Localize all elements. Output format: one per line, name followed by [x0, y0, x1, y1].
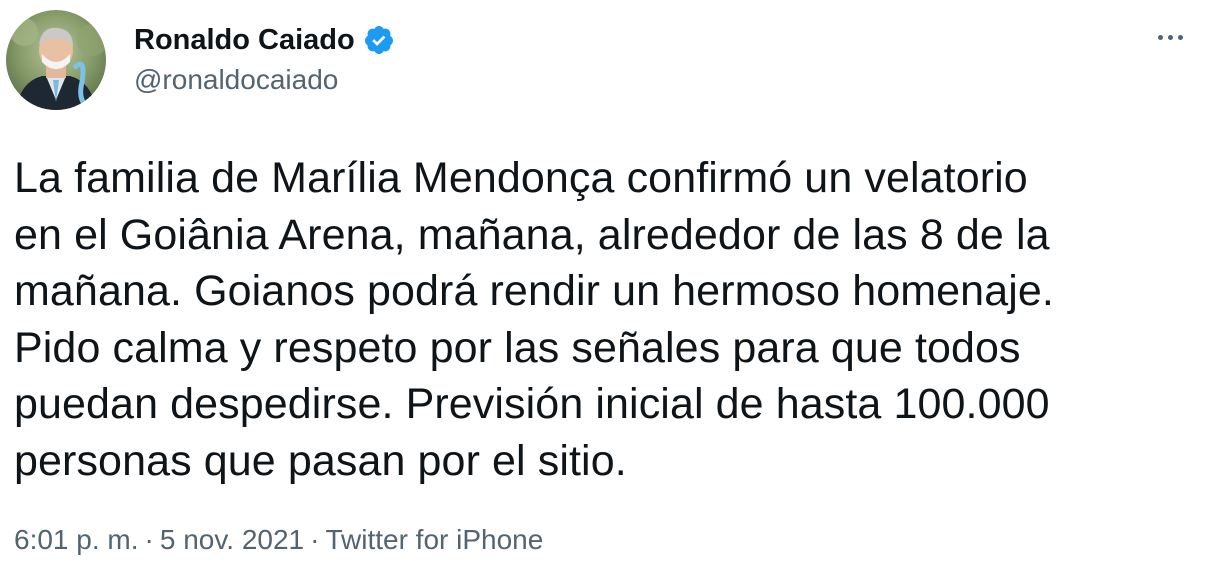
avatar-image — [6, 10, 106, 110]
author-handle[interactable]: @ronaldocaiado — [134, 64, 338, 96]
author-name-row[interactable]: Ronaldo Caiado — [134, 20, 395, 60]
verified-badge-icon — [363, 24, 395, 56]
avatar[interactable] — [6, 10, 106, 110]
more-options-icon[interactable] — [1150, 22, 1190, 52]
meta-separator: · — [310, 524, 320, 555]
tweet-meta: 6:01 p. m. · 5 nov. 2021 · Twitter for i… — [14, 524, 543, 556]
tweet-date[interactable]: 5 nov. 2021 — [160, 524, 304, 556]
author-display-name[interactable]: Ronaldo Caiado — [134, 24, 355, 57]
tweet-card: Ronaldo Caiado @ronaldocaiado La familia… — [0, 0, 1212, 566]
tweet-source[interactable]: Twitter for iPhone — [325, 524, 543, 556]
tweet-text: La familia de Marília Mendonça confirmó … — [14, 154, 1054, 485]
tweet-time[interactable]: 6:01 p. m. — [14, 524, 139, 556]
meta-separator: · — [144, 524, 154, 555]
